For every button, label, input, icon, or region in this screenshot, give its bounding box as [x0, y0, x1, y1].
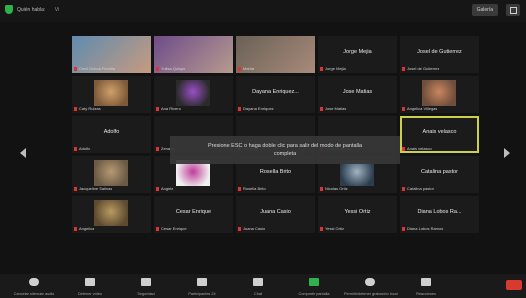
- fullscreen-notice: Presione ESC o haga doble clic para sali…: [170, 136, 400, 164]
- reactions-button[interactable]: Reacciones: [400, 276, 452, 296]
- participant-tile[interactable]: Adolfo Adolfo: [72, 116, 151, 153]
- participant-label: Adolfo: [74, 146, 90, 151]
- participant-tile[interactable]: Juana Casio Juana Casio: [236, 196, 315, 233]
- security-shield-icon[interactable]: [5, 5, 13, 14]
- participant-name: Dayana Enriquez...: [252, 89, 299, 95]
- participant-label: Juana Casio: [238, 226, 265, 231]
- chat-icon: [253, 278, 263, 286]
- participant-profile-picture: [94, 80, 128, 106]
- participant-label: Ana Rivero: [156, 106, 181, 111]
- participant-label: Nicolas Ortiz: [320, 186, 348, 191]
- participant-tile[interactable]: Ana Rivero: [154, 76, 233, 113]
- participant-label: Yessi Ortiz: [320, 226, 344, 231]
- participant-label: Diana Lobos Ramos: [402, 226, 443, 231]
- participant-tile[interactable]: Yulisa Quispe: [154, 36, 233, 73]
- participant-tile[interactable]: Jorge Mejia Jorge Mejia: [318, 36, 397, 73]
- toolbar-label: Detener vídeo: [78, 292, 102, 296]
- participant-tile[interactable]: Anais velasco Anais velasco: [400, 116, 479, 153]
- microphone-button[interactable]: Cancelar silenciar audio: [8, 276, 60, 296]
- fullscreen-notice-line-1: Presione ESC o haga doble clic para sali…: [207, 143, 363, 149]
- next-page-arrow-icon[interactable]: [504, 148, 510, 158]
- participants-icon: [197, 278, 207, 286]
- zoom-window: Quién habla: Vi Galería Cecil Ochoa Fior…: [0, 0, 526, 298]
- participant-label: Angela: [156, 186, 173, 191]
- participant-name: Yessi Ortiz: [344, 209, 371, 215]
- speaker-label: Quién habla:: [17, 7, 46, 13]
- participant-label: Anais velasco: [402, 146, 432, 151]
- participant-tile[interactable]: Angelica: [72, 196, 151, 233]
- participant-name: Cesar Enrique: [175, 209, 212, 215]
- participant-name: Diana Lobos Ra...: [417, 209, 462, 215]
- toolbar-label: Chat: [253, 292, 263, 296]
- shield-button[interactable]: Seguridad: [120, 276, 172, 296]
- fullscreen-notice-line-2: completa: [273, 151, 297, 157]
- exit-fullscreen-icon[interactable]: [506, 4, 520, 16]
- end-meeting-button[interactable]: [506, 280, 522, 290]
- shield-icon: [141, 278, 151, 286]
- participant-label: Cesar Enrique: [156, 226, 187, 231]
- participant-tile[interactable]: Jose Matias Jose Matias: [318, 76, 397, 113]
- toolbar-label: Reacciones: [416, 292, 436, 296]
- participant-name: Catalina pastor: [421, 169, 458, 175]
- participant-label: Rosella Brito: [238, 186, 266, 191]
- toolbar-label: Participantes 24: [188, 292, 216, 296]
- participant-tile[interactable]: Angelica Villegas: [400, 76, 479, 113]
- participant-label: Caty Ruizas: [74, 106, 101, 111]
- microphone-icon: [29, 278, 39, 286]
- share-screen-icon: [309, 278, 319, 286]
- record-button[interactable]: Permitir/detener grabación local: [344, 276, 398, 296]
- participant-label: Marita: [238, 66, 254, 71]
- participant-label: Angelica: [74, 226, 94, 231]
- participant-tile[interactable]: Cesar Enrique Cesar Enrique: [154, 196, 233, 233]
- participant-tile[interactable]: Cecil Ochoa Fiorella: [72, 36, 151, 73]
- participant-tile[interactable]: Caty Ruizas: [72, 76, 151, 113]
- chat-button[interactable]: Chat: [232, 276, 284, 296]
- participant-name: Juana Casio: [260, 209, 291, 215]
- camera-icon: [85, 278, 95, 286]
- participants-button[interactable]: Participantes 24: [176, 276, 228, 296]
- participant-tile[interactable]: Josel de Gutierrez Josel de Gutierrez: [400, 36, 479, 73]
- share-screen-button[interactable]: Compartir pantalla: [288, 276, 340, 296]
- participant-profile-picture: [94, 200, 128, 226]
- speaker-name: Vi: [54, 7, 60, 13]
- participant-name: Jorge Mejia: [343, 49, 372, 55]
- participant-label: Yulisa Quispe: [156, 66, 185, 71]
- participant-name: Josel de Gutierrez: [417, 49, 462, 55]
- participant-label: Jorge Mejia: [320, 66, 346, 71]
- participant-tile[interactable]: Diana Lobos Ra... Diana Lobos Ramos: [400, 196, 479, 233]
- gallery-view-button[interactable]: Galería: [471, 4, 498, 16]
- participant-label: Josel de Gutierrez: [402, 66, 439, 71]
- participant-name: Rosella Brito: [259, 169, 292, 175]
- meeting-toolbar: Cancelar silenciar audio Detener vídeo Seg…: [0, 274, 526, 298]
- participant-label: Jacqueline Salinas: [74, 186, 112, 191]
- participant-tile[interactable]: Dayana Enriquez... Dayana Enriquez: [236, 76, 315, 113]
- participant-label: Angelica Villegas: [402, 106, 437, 111]
- participant-label: Dayana Enriquez: [238, 106, 274, 111]
- toolbar-label: Seguridad: [137, 292, 155, 296]
- participant-tile[interactable]: Yessi Ortiz Yessi Ortiz: [318, 196, 397, 233]
- participant-label: Jose Matias: [320, 106, 346, 111]
- toolbar-label: Cancelar silenciar audio: [13, 292, 55, 296]
- toolbar-label: Compartir pantalla: [298, 292, 330, 296]
- participant-name: Jose Matias: [342, 89, 373, 95]
- reactions-icon: [421, 278, 431, 286]
- previous-page-arrow-icon[interactable]: [20, 148, 26, 158]
- participant-profile-picture: [422, 80, 456, 106]
- record-icon: [365, 278, 375, 286]
- participant-profile-picture: [94, 160, 128, 186]
- participant-tile[interactable]: Catalina pastor Catalina pastor: [400, 156, 479, 193]
- participant-logo-image: [176, 80, 210, 106]
- toolbar-label: Permitir/detener grabación local: [344, 292, 398, 296]
- participant-label: Catalina pastor: [402, 186, 434, 191]
- active-speaker: Quién habla: Vi: [17, 4, 59, 16]
- participant-tile[interactable]: Marita: [236, 36, 315, 73]
- participant-label: Cecil Ochoa Fiorella: [74, 66, 115, 71]
- participant-name: Adolfo: [103, 129, 120, 135]
- participant-name: Anais velasco: [422, 129, 457, 135]
- top-bar: Quién habla: Vi Galería: [0, 0, 526, 22]
- participant-tile[interactable]: Jacqueline Salinas: [72, 156, 151, 193]
- camera-button[interactable]: Detener vídeo: [64, 276, 116, 296]
